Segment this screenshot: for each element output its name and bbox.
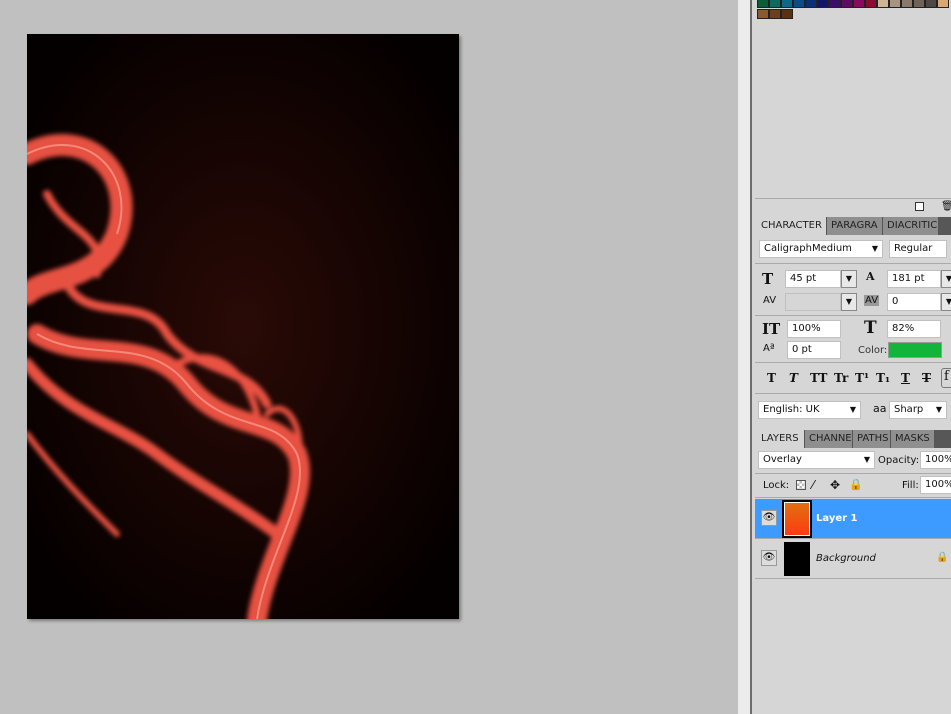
all-caps-button[interactable]: TT [810,371,827,385]
color-swatch[interactable] [757,0,769,8]
smoke-image [27,34,459,619]
color-swatch[interactable] [829,0,841,8]
baseline-shift-icon: Aª [763,343,775,354]
kerning-input[interactable] [785,293,841,311]
color-label: Color: [858,345,888,356]
tracking-icon: AV [864,295,880,306]
font-size-icon: T [762,270,774,288]
horizontal-scale-input[interactable]: 82% [887,320,941,338]
layer-name[interactable]: Layer 1 [816,513,857,524]
layer-thumbnail [784,542,810,576]
character-tabs: CHARACTER PARAGRA DIACRITIC [755,217,951,235]
horizontal-scale-icon: T [864,318,877,338]
layer-lock-icon: 🔒 [936,552,949,563]
vertical-scale-icon: IT [762,320,781,338]
fill-input[interactable]: 100% [920,476,951,494]
color-swatch[interactable] [793,0,805,8]
color-swatch[interactable] [781,9,793,19]
superscript-button[interactable]: T¹ [855,371,869,385]
baseline-shift-input[interactable]: 0 pt [787,341,841,359]
leading-icon: A [866,270,875,283]
color-swatch[interactable] [805,0,817,8]
kerning-dropdown[interactable]: ▼ [841,293,857,311]
color-swatch[interactable] [841,0,853,8]
color-swatch[interactable] [757,9,769,19]
visibility-eye-icon[interactable]: 👁 [761,550,777,566]
lock-all-icon[interactable]: 🔒 [849,478,863,491]
layer-row-background[interactable]: 👁 Background 🔒 [755,539,951,579]
tab-masks[interactable]: MASKS [891,430,935,448]
layer-thumbnail [782,500,812,538]
small-caps-button[interactable]: Tr [834,371,848,385]
lock-transparent-icon[interactable] [796,480,806,490]
fill-label: Fill: [902,480,919,491]
color-swatch[interactable] [901,0,913,8]
font-family-select[interactable]: CaligraphMedium ▼ [759,240,883,258]
color-swatch[interactable] [817,0,829,8]
strikethrough-button[interactable]: T [922,371,931,385]
canvas-area[interactable] [0,0,738,714]
leading-dropdown[interactable]: ▼ [941,270,951,288]
color-swatch[interactable] [769,0,781,8]
tab-channels[interactable]: CHANNE [805,430,853,448]
color-swatch[interactable] [877,0,889,8]
tab-character[interactable]: CHARACTER [755,217,827,235]
language-select[interactable]: English: UK ▼ [758,401,861,419]
color-swatch[interactable] [781,0,793,8]
opacity-label: Opacity: [878,455,920,466]
subscript-button[interactable]: T₁ [876,371,890,385]
tracking-dropdown[interactable]: ▼ [941,293,951,311]
color-swatch[interactable] [889,0,901,8]
tab-paths[interactable]: PATHS [853,430,891,448]
lock-brush-icon[interactable]: ⁄ [812,478,814,492]
faux-bold-button[interactable]: T [767,371,776,385]
vertical-scale-input[interactable]: 100% [787,320,841,338]
text-color-swatch[interactable] [888,342,942,358]
antialias-icon: aa [873,402,887,415]
new-swatch-icon[interactable] [915,202,924,211]
layer-name[interactable]: Background [816,553,876,564]
blend-mode-select[interactable]: Overlay ▼ [758,451,875,469]
tab-layers[interactable]: LAYERS [755,430,805,448]
opacity-input[interactable]: 100% [920,451,951,469]
kerning-icon: AV [763,295,777,306]
tracking-input[interactable]: 0 [887,293,941,311]
lock-move-icon[interactable]: ✥ [830,478,840,492]
tab-paragraph[interactable]: PARAGRA [827,217,883,235]
font-size-input[interactable]: 45 pt [785,270,841,288]
delete-swatch-icon[interactable]: 🗑 [941,201,951,212]
color-swatch[interactable] [853,0,865,8]
underline-button[interactable]: T [901,371,910,385]
lock-label: Lock: [763,480,790,491]
color-swatch[interactable] [913,0,925,8]
font-size-dropdown[interactable]: ▼ [841,270,857,288]
faux-italic-button[interactable]: T [789,371,798,385]
color-swatch[interactable] [925,0,937,8]
panel-divider[interactable] [738,0,752,714]
layers-tabs: LAYERS CHANNE PATHS MASKS [755,430,951,448]
visibility-eye-icon[interactable]: 👁 [761,510,777,526]
font-style-select[interactable]: Regular [889,240,947,258]
layer-row-layer-1[interactable]: 👁 Layer 1 [755,499,951,539]
antialias-select[interactable]: Sharp ▼ [889,401,947,419]
color-swatch[interactable] [937,0,949,8]
color-swatch[interactable] [865,0,877,8]
right-panel: 🗑 CHARACTER PARAGRA DIACRITIC CaligraphM… [752,0,951,714]
ligature-button[interactable]: f [941,368,951,388]
tab-diacritic[interactable]: DIACRITIC [883,217,939,235]
leading-input[interactable]: 181 pt [887,270,941,288]
document-image[interactable] [27,34,459,619]
color-swatch[interactable] [769,9,781,19]
